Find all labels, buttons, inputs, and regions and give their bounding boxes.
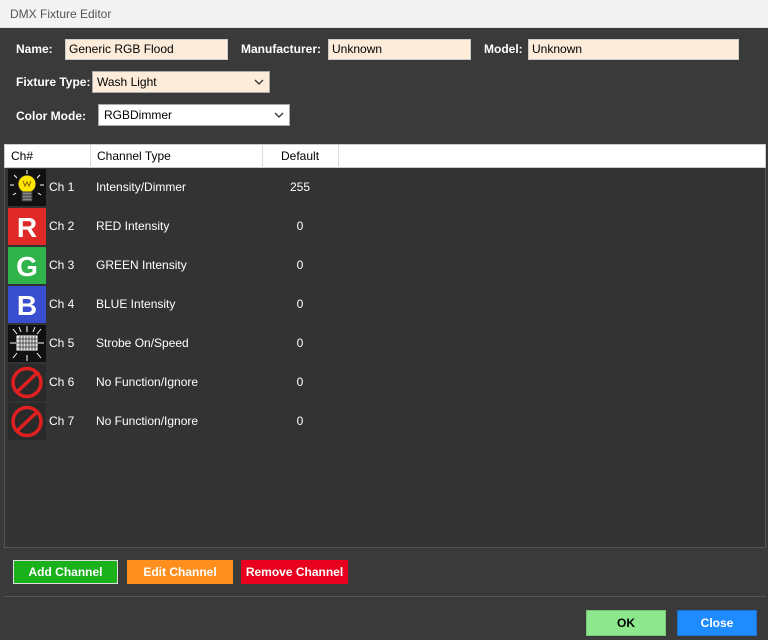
color-mode-label: Color Mode:	[16, 109, 86, 123]
fixture-type-label: Fixture Type:	[16, 75, 91, 89]
manufacturer-field[interactable]: Unknown	[328, 39, 471, 60]
fixture-type-value: Wash Light	[97, 75, 157, 89]
channel-default: 0	[296, 219, 304, 233]
channel-number: Ch 4	[49, 297, 75, 311]
close-button[interactable]: Close	[677, 610, 757, 636]
channel-number: Ch 6	[49, 375, 75, 389]
strobe-icon	[8, 325, 46, 362]
channel-type: RED Intensity	[96, 219, 170, 233]
channel-number: Ch 7	[49, 414, 75, 428]
table-row[interactable]: Ch 1 Intensity/Dimmer 255	[5, 168, 765, 207]
no-function-icon	[8, 364, 46, 401]
chevron-down-icon	[253, 72, 265, 92]
lightbulb-icon	[8, 169, 46, 206]
add-channel-button[interactable]: Add Channel	[13, 560, 118, 584]
table-row[interactable]: Ch 5 Strobe On/Speed 0	[5, 324, 765, 363]
ok-button[interactable]: OK	[586, 610, 666, 636]
channel-list-header: Ch# Channel Type Default	[4, 144, 766, 168]
channel-default: 255	[289, 180, 311, 194]
svg-text:G: G	[16, 251, 38, 282]
footer-divider	[4, 596, 766, 597]
svg-text:R: R	[17, 212, 37, 243]
model-field[interactable]: Unknown	[528, 39, 739, 60]
svg-text:B: B	[17, 290, 37, 321]
column-header-ch[interactable]: Ch#	[5, 145, 91, 168]
chevron-down-icon	[273, 105, 285, 125]
color-mode-value: RGBDimmer	[104, 108, 172, 122]
channel-default: 0	[296, 336, 304, 350]
window-title: DMX Fixture Editor	[0, 0, 768, 28]
channel-type: No Function/Ignore	[96, 414, 199, 428]
channel-number: Ch 2	[49, 219, 75, 233]
table-row[interactable]: R Ch 2 RED Intensity 0	[5, 207, 765, 246]
column-header-default[interactable]: Default	[263, 145, 339, 168]
table-row[interactable]: Ch 7 No Function/Ignore 0	[5, 402, 765, 441]
color-mode-select[interactable]: RGBDimmer	[98, 104, 290, 126]
channel-type: Intensity/Dimmer	[96, 180, 187, 194]
channel-default: 0	[296, 414, 304, 428]
table-row[interactable]: B Ch 4 BLUE Intensity 0	[5, 285, 765, 324]
table-row[interactable]: G Ch 3 GREEN Intensity 0	[5, 246, 765, 285]
channel-number: Ch 3	[49, 258, 75, 272]
channel-number: Ch 5	[49, 336, 75, 350]
channel-default: 0	[296, 297, 304, 311]
table-row[interactable]: Ch 6 No Function/Ignore 0	[5, 363, 765, 402]
fixture-type-select[interactable]: Wash Light	[92, 71, 270, 93]
name-field[interactable]: Generic RGB Flood	[65, 39, 228, 60]
model-label: Model:	[484, 42, 523, 56]
red-r-icon: R	[8, 208, 46, 245]
channel-type: No Function/Ignore	[96, 375, 199, 389]
edit-channel-button[interactable]: Edit Channel	[127, 560, 233, 584]
channel-type: Strobe On/Speed	[96, 336, 189, 350]
green-g-icon: G	[8, 247, 46, 284]
channel-type: GREEN Intensity	[96, 258, 187, 272]
channel-default: 0	[296, 375, 304, 389]
name-label: Name:	[16, 42, 53, 56]
blue-b-icon: B	[8, 286, 46, 323]
channel-default: 0	[296, 258, 304, 272]
channel-number: Ch 1	[49, 180, 75, 194]
manufacturer-label: Manufacturer:	[241, 42, 322, 56]
remove-channel-button[interactable]: Remove Channel	[241, 560, 348, 584]
column-header-channel-type[interactable]: Channel Type	[91, 145, 263, 168]
no-function-icon	[8, 403, 46, 440]
channel-type: BLUE Intensity	[96, 297, 176, 311]
